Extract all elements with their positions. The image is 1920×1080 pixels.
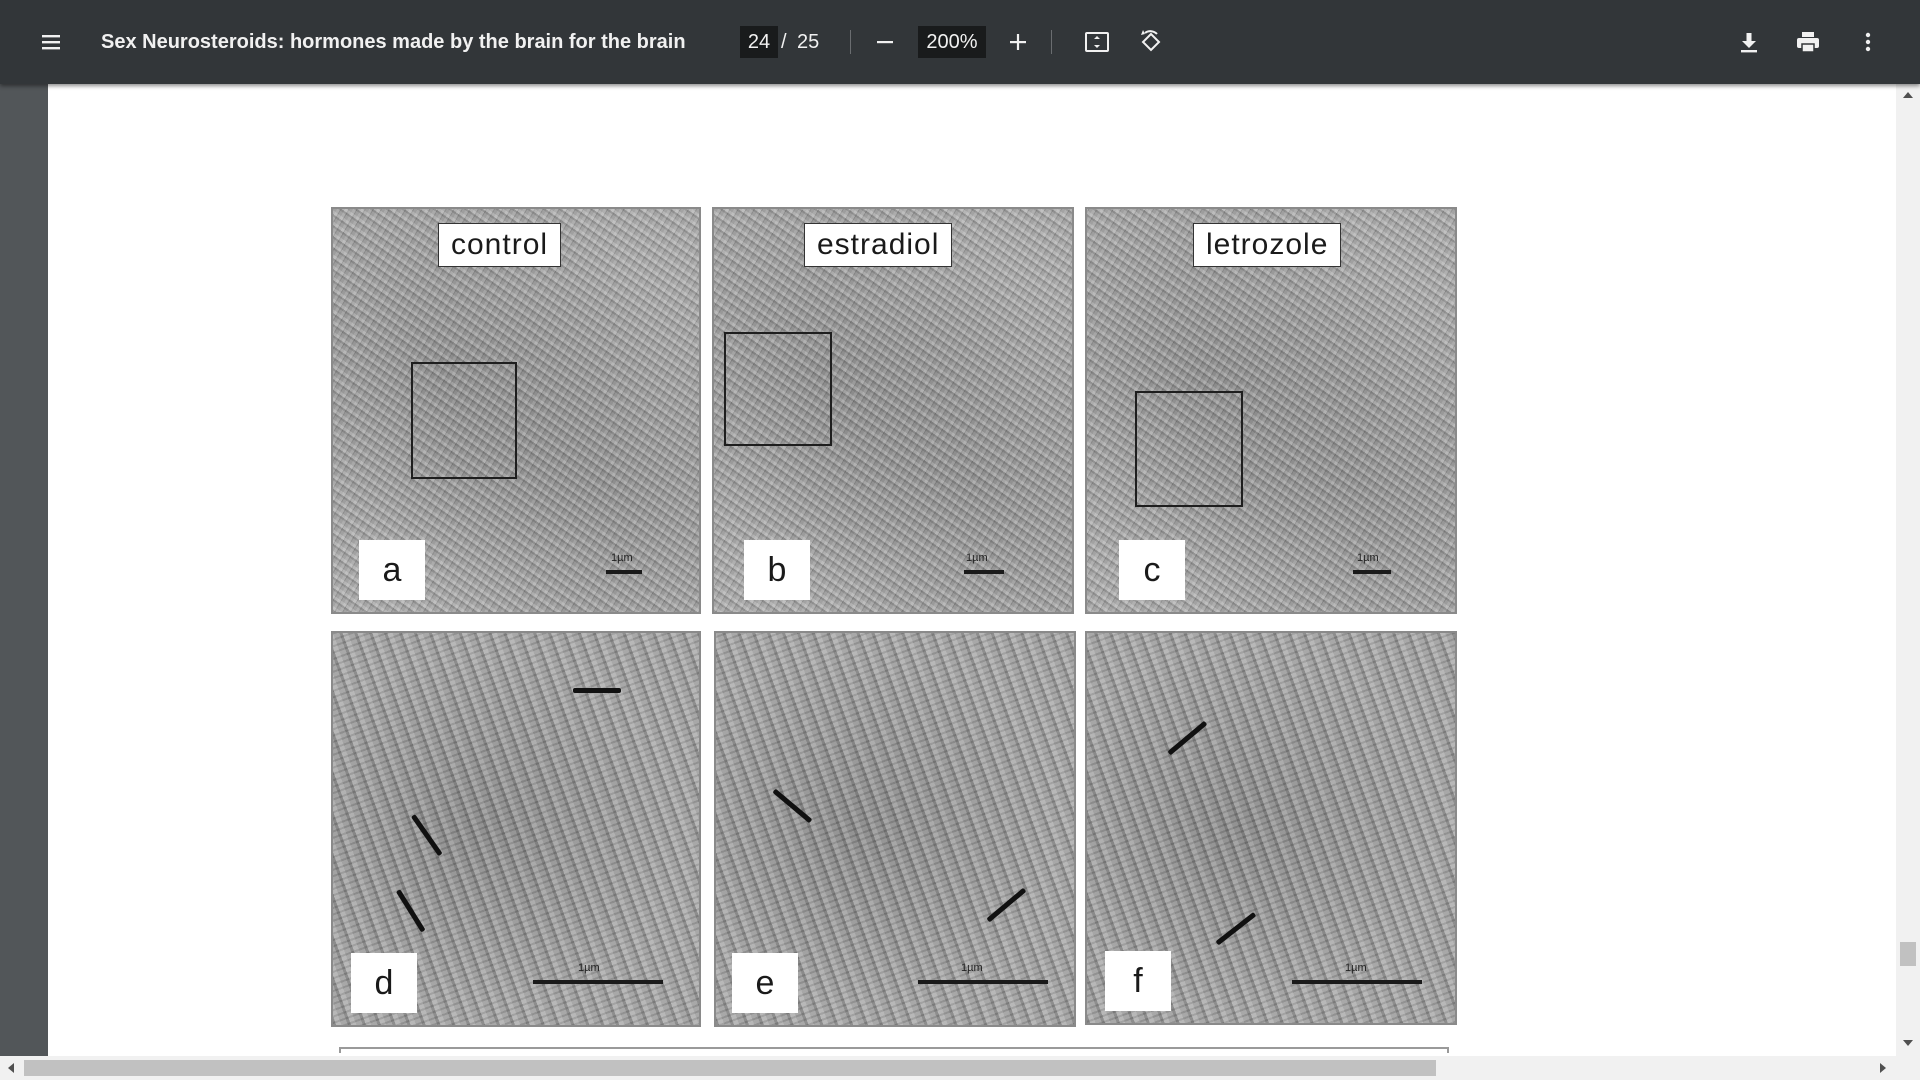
inset-box [1135, 391, 1243, 507]
more-icon[interactable] [1844, 18, 1892, 66]
arrow-marker [395, 889, 426, 933]
panel-a: control a 1µm [331, 207, 701, 614]
toolbar-divider [1051, 30, 1052, 54]
panel-e: e 1µm [714, 631, 1076, 1027]
scale-label: 1µm [1357, 552, 1379, 564]
microscopy-figure: control a 1µm estradiol b 1µm letrozole … [331, 207, 1512, 1056]
scale-label: 1µm [961, 962, 983, 974]
page-total: 25 [797, 31, 820, 53]
arrow-marker [573, 688, 621, 693]
condition-label-control: control [438, 223, 562, 267]
scale-bar [533, 980, 663, 984]
arrow-marker [1167, 720, 1208, 756]
inset-box [724, 332, 832, 446]
horizontal-scrollbar[interactable] [0, 1056, 1920, 1080]
panel-letter: b [744, 540, 810, 600]
scale-bar [964, 570, 1004, 574]
scale-label: 1µm [611, 552, 633, 564]
panel-b: estradiol b 1µm [712, 207, 1074, 614]
download-icon[interactable] [1725, 18, 1773, 66]
menu-icon[interactable] [27, 18, 75, 66]
arrow-marker [772, 788, 813, 824]
scale-bar [918, 980, 1048, 984]
page-number-input[interactable]: 24 [740, 26, 778, 58]
scroll-down-icon[interactable] [1903, 1040, 1913, 1046]
horizontal-scroll-thumb[interactable] [24, 1060, 1436, 1076]
arrow-marker [1215, 911, 1257, 946]
panel-letter: d [351, 953, 417, 1013]
condition-label-letrozole: letrozole [1193, 223, 1342, 267]
scale-label: 1µm [1345, 962, 1367, 974]
panel-d: d 1µm [331, 631, 701, 1027]
panel-letter: e [732, 953, 798, 1013]
panel-letter: c [1119, 540, 1185, 600]
fit-page-icon[interactable] [1073, 18, 1121, 66]
panel-letter: a [359, 540, 425, 600]
vertical-scrollbar[interactable] [1896, 84, 1920, 1056]
document-title: Sex Neurosteroids: hormones made by the … [101, 31, 686, 53]
panel-letter: f [1105, 951, 1171, 1011]
pdf-toolbar: Sex Neurosteroids: hormones made by the … [0, 0, 1920, 84]
document-viewer[interactable]: control a 1µm estradiol b 1µm letrozole … [0, 84, 1920, 1080]
arrow-marker [986, 887, 1027, 923]
toolbar-divider [850, 30, 851, 54]
panel-f: f 1µm [1085, 631, 1457, 1025]
scroll-left-icon[interactable] [8, 1063, 14, 1073]
vertical-scroll-thumb[interactable] [1900, 942, 1916, 966]
scale-bar [606, 570, 642, 574]
rotate-icon[interactable] [1127, 18, 1175, 66]
inset-box [411, 362, 517, 479]
scale-label: 1µm [578, 962, 600, 974]
zoom-out-icon[interactable] [861, 18, 909, 66]
print-icon[interactable] [1784, 18, 1832, 66]
page-separator: / [781, 31, 787, 53]
scale-label: 1µm [966, 552, 988, 564]
figure-next-row-edge [339, 1047, 1449, 1053]
scale-bar [1292, 980, 1422, 984]
zoom-in-icon[interactable] [994, 18, 1042, 66]
pdf-page: control a 1µm estradiol b 1µm letrozole … [48, 84, 1896, 1056]
condition-label-estradiol: estradiol [804, 223, 953, 267]
scale-bar [1353, 570, 1391, 574]
scroll-up-icon[interactable] [1903, 92, 1913, 98]
arrow-marker [410, 814, 443, 857]
panel-c: letrozole c 1µm [1085, 207, 1457, 614]
scroll-right-icon[interactable] [1880, 1063, 1886, 1073]
zoom-level-input[interactable]: 200% [918, 26, 986, 58]
